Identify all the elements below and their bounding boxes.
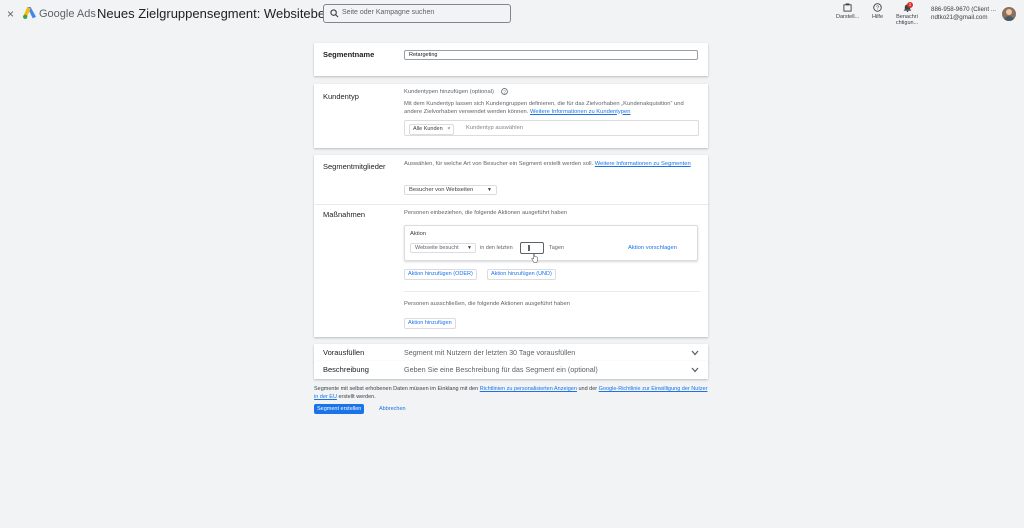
- account-email: ndtko21@gmail.com: [931, 14, 988, 21]
- segment-members-label: Segmentmitglieder: [323, 162, 386, 171]
- notifications-label: Benachri chtigun...: [895, 14, 919, 26]
- personalized-ads-policy-link[interactable]: Richtlinien zu personalisierten Anzeigen: [480, 386, 577, 392]
- segment-name-input[interactable]: Retargeting: [404, 50, 698, 60]
- suggest-action-link[interactable]: Aktion vorschlagen: [628, 245, 677, 251]
- help-label: Hilfe: [872, 14, 884, 20]
- account-info[interactable]: 886-958-9670 (Client ... ndtko21@gmail.c…: [931, 6, 996, 22]
- customer-type-learn-more-link[interactable]: Weitere Informationen zu Kundentypen: [530, 109, 630, 115]
- action-box-title: Aktion: [410, 231, 427, 237]
- policy-note: Segmente mit selbst erhobenen Daten müss…: [314, 386, 708, 401]
- customer-type-select[interactable]: Alle Kunden × Kundentyp auswählen: [404, 120, 699, 136]
- search-icon: [330, 9, 339, 18]
- customer-type-label: Kundentyp: [323, 92, 359, 101]
- actions-label: Maßnahmen: [323, 210, 366, 219]
- svg-text:?: ?: [503, 89, 506, 94]
- policy-note-mid: und der: [578, 386, 598, 392]
- mouse-pointer-icon: [531, 253, 538, 263]
- appearance-label: Darstell...: [836, 14, 860, 20]
- action-divider: [404, 291, 700, 292]
- svg-text:?: ?: [876, 6, 879, 12]
- search-placeholder: Seite oder Kampagne suchen: [342, 9, 435, 16]
- help-button[interactable]: ? Hilfe: [872, 3, 883, 20]
- avatar[interactable]: [1002, 7, 1016, 21]
- prefill-label: Vorausfüllen: [323, 348, 365, 357]
- visitor-type-value: Besucher von Webseiten: [409, 187, 474, 193]
- include-description: Personen einbeziehen, die folgende Aktio…: [404, 210, 568, 216]
- segment-name-value: Retargeting: [409, 52, 438, 58]
- account-id: 886-958-9670 (Client ...: [931, 6, 997, 13]
- add-action-button[interactable]: Aktion hinzufügen: [404, 318, 456, 329]
- chevron-down-icon: [691, 367, 699, 373]
- add-action-and-button[interactable]: Aktion hinzufügen (UND): [487, 269, 556, 280]
- prefill-row[interactable]: Vorausfüllen Segment mit Nutzern der let…: [314, 344, 708, 362]
- chip-label: Alle Kunden: [413, 126, 443, 132]
- customer-type-card: Kundentyp Kundentypen hinzufügen (option…: [314, 84, 708, 148]
- section-divider: [314, 204, 708, 205]
- appearance-icon: [843, 3, 852, 12]
- customer-type-description: Mit dem Kundentyp lassen sich Kundengrup…: [404, 101, 700, 116]
- members-learn-more-link[interactable]: Weitere Informationen zu Segmenten: [595, 161, 691, 167]
- text-cursor: [528, 245, 530, 251]
- brand-name: Google Ads: [39, 8, 96, 20]
- action-type-dropdown[interactable]: Webseite besucht ▼: [410, 243, 476, 253]
- cancel-button[interactable]: Abbrechen: [379, 404, 406, 414]
- action-type-value: Webseite besucht: [415, 245, 459, 251]
- days-label: Tagen: [549, 245, 564, 251]
- create-segment-button[interactable]: Segment erstellen: [314, 404, 365, 414]
- prefill-value: Segment mit Nutzern der letzten 30 Tage …: [404, 348, 576, 357]
- chevron-down-icon: [691, 350, 699, 356]
- visitor-type-dropdown[interactable]: Besucher von Webseiten ▼: [404, 185, 497, 195]
- close-icon[interactable]: ×: [447, 126, 450, 132]
- top-bar: × Google Ads Neues Zielgruppensegment: W…: [0, 0, 1024, 30]
- chevron-down-icon: ▼: [487, 187, 492, 193]
- members-card: Segmentmitglieder Auswählen, für welche …: [314, 155, 708, 337]
- add-action-or-button[interactable]: Aktion hinzufügen (ODER): [404, 269, 477, 280]
- members-description-text: Auswählen, für welche Art von Besucher e…: [404, 161, 594, 167]
- description-row[interactable]: Beschreibung Geben Sie eine Beschreibung…: [314, 361, 708, 379]
- google-ads-logo-icon: [23, 7, 36, 19]
- policy-note-start: Segmente mit selbst erhobenen Daten müss…: [314, 386, 479, 392]
- in-last-label: in den letzten: [480, 245, 513, 251]
- search-input[interactable]: Seite oder Kampagne suchen: [323, 4, 511, 23]
- segment-name-label: Segmentname: [323, 50, 375, 59]
- help-icon[interactable]: ?: [501, 88, 508, 95]
- description-value: Geben Sie eine Beschreibung für das Segm…: [404, 365, 598, 374]
- notification-badge: 1: [907, 2, 913, 8]
- policy-note-end: erstellt werden.: [338, 393, 376, 400]
- action-box: Aktion Webseite besucht ▼ in den letzten…: [404, 225, 698, 263]
- close-button[interactable]: ×: [7, 8, 14, 20]
- description-label: Beschreibung: [323, 365, 369, 374]
- chevron-down-icon: ▼: [467, 245, 472, 251]
- customer-type-chip: Alle Kunden ×: [409, 124, 455, 135]
- exclude-description: Personen ausschließen, die folgende Akti…: [404, 301, 570, 307]
- customer-type-placeholder: Kundentyp auswählen: [466, 125, 524, 131]
- notifications-button[interactable]: 1 Benachri chtigun...: [894, 2, 920, 26]
- appearance-button[interactable]: Darstell...: [836, 3, 859, 20]
- segment-name-card: Segmentname Retargeting: [314, 43, 708, 76]
- help-icon: ?: [873, 3, 882, 12]
- add-customer-type-label: Kundentypen hinzufügen (optional): [404, 89, 494, 95]
- members-description: Auswählen, für welche Art von Besucher e…: [404, 161, 700, 169]
